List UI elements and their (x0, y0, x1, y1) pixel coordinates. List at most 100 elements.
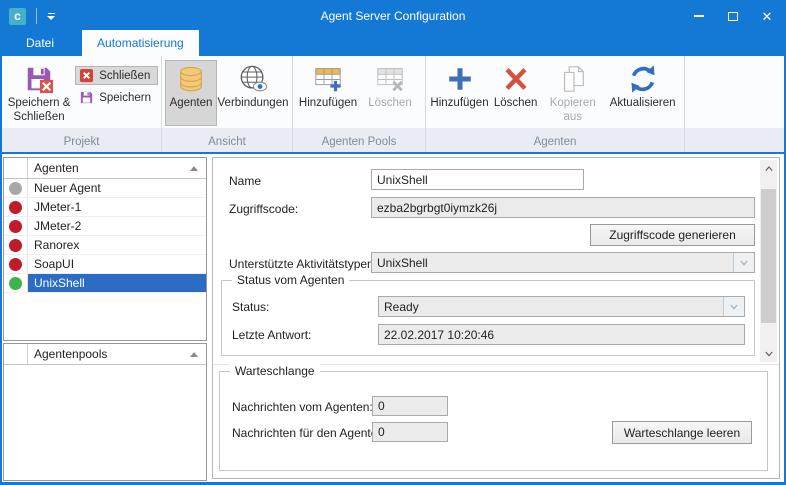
status-dot (9, 239, 22, 252)
save-and-close-label: Speichern & Schließen (6, 97, 72, 125)
messages-from-agent-field[interactable] (372, 396, 448, 416)
pool-add-label: Hinzufügen (299, 97, 357, 111)
scroll-up-button[interactable] (760, 160, 777, 177)
status-dropdown-button[interactable] (723, 297, 744, 316)
scrollbar-thumb[interactable] (761, 189, 776, 323)
scroll-down-button[interactable] (760, 345, 777, 362)
last-response-field[interactable] (378, 324, 745, 345)
pool-delete-label: Löschen (368, 97, 411, 111)
name-input[interactable] (371, 169, 584, 190)
agent-name: JMeter-1 (28, 198, 206, 216)
status-combobox[interactable]: Ready (378, 296, 745, 317)
agent-row[interactable]: Neuer Agent (4, 179, 206, 198)
status-groupbox-title: Status vom Agenten (232, 273, 349, 287)
view-agents-button[interactable]: Agenten (165, 60, 217, 126)
ribbon: Speichern & Schließen Schließen (2, 56, 784, 154)
pool-delete-button[interactable]: Löschen (360, 60, 420, 126)
chevron-up-icon (765, 165, 773, 173)
group-label-agenten: Agenten (426, 136, 684, 148)
agent-name: SoapUI (28, 255, 206, 273)
refresh-icon (628, 64, 658, 94)
pool-status-column-header[interactable] (4, 344, 28, 364)
copy-icon (558, 64, 588, 94)
status-column-header[interactable] (4, 158, 28, 178)
tab-datei[interactable]: Datei (11, 30, 69, 56)
vertical-scrollbar[interactable] (760, 160, 777, 362)
queue-groupbox-title: Warteschlange (230, 364, 320, 378)
pool-list-header[interactable]: Agentenpools (4, 344, 206, 365)
sort-ascending-icon (190, 352, 198, 357)
agent-delete-button[interactable]: Löschen (490, 60, 541, 126)
save-icon (79, 90, 94, 105)
ribbon-group-agenten: Hinzufügen Löschen Kopieren aus (426, 56, 685, 152)
status-groupbox: Status vom Agenten Status: Ready Letzte … (221, 280, 755, 356)
ribbon-tabstrip: Datei Automatisierung (2, 30, 784, 56)
close-project-label: Schließen (99, 70, 150, 82)
chevron-down-icon (740, 259, 748, 267)
activity-types-combobox[interactable]: UnixShell (371, 252, 755, 273)
activity-types-value: UnixShell (372, 256, 733, 270)
agent-add-button[interactable]: Hinzufügen (429, 60, 490, 126)
activity-types-dropdown-button[interactable] (733, 253, 754, 272)
status-dot (9, 201, 22, 214)
group-label-agenten-pools: Agenten Pools (293, 136, 425, 148)
view-connections-button[interactable]: Verbindungen (217, 60, 289, 126)
x-icon (501, 64, 531, 94)
agent-name: UnixShell (28, 274, 206, 292)
group-label-ansicht: Ansicht (162, 136, 292, 148)
ribbon-group-ansicht: Agenten Verbindungen Ansicht (162, 56, 293, 152)
activity-types-label: Unterstützte Aktivitätstypen: (229, 257, 377, 271)
status-label: Status: (232, 300, 269, 314)
save-close-icon (24, 64, 54, 94)
view-connections-label: Verbindungen (218, 97, 289, 111)
last-response-label: Letzte Antwort: (232, 328, 311, 342)
titlebar: c Agent Server Configuration ✕ (2, 2, 784, 30)
agent-row[interactable]: JMeter-1 (4, 198, 206, 217)
minimize-button[interactable] (682, 2, 716, 30)
maximize-button[interactable] (716, 2, 750, 30)
group-label-projekt: Projekt (2, 136, 161, 148)
access-code-field[interactable] (371, 197, 755, 218)
detail-scroll-region: Name Zugriffscode: Zugriffscode generier… (213, 158, 779, 365)
status-dot (9, 182, 22, 195)
agent-refresh-button[interactable]: Aktualisieren (604, 60, 681, 126)
agent-name: JMeter-2 (28, 217, 206, 235)
agent-row[interactable]: Ranorex (4, 236, 206, 255)
status-dot (9, 220, 22, 233)
close-icon: ✕ (762, 10, 773, 23)
agent-name: Ranorex (28, 236, 206, 254)
tab-automatisierung[interactable]: Automatisierung (82, 30, 199, 56)
agent-refresh-label: Aktualisieren (610, 97, 676, 111)
status-dot (9, 258, 22, 271)
close-red-icon (79, 68, 94, 83)
view-agents-label: Agenten (170, 97, 213, 111)
messages-for-agent-field[interactable] (372, 422, 448, 442)
database-icon (176, 64, 206, 94)
sort-ascending-icon (190, 166, 198, 171)
access-code-label: Zugriffscode: (229, 202, 298, 216)
save-project-button[interactable]: Speichern (75, 88, 158, 107)
agent-list-header[interactable]: Agenten (4, 158, 206, 179)
close-button[interactable]: ✕ (750, 2, 784, 30)
agent-delete-label: Löschen (494, 97, 537, 111)
close-project-button[interactable]: Schließen (75, 66, 158, 85)
pool-add-button[interactable]: Hinzufügen (296, 60, 360, 126)
agent-name: Neuer Agent (28, 179, 206, 197)
table-delete-icon (375, 64, 405, 94)
generate-access-code-button[interactable]: Zugriffscode generieren (590, 224, 755, 246)
app-window: c Agent Server Configuration ✕ Datei Aut… (0, 0, 786, 485)
ribbon-group-projekt: Speichern & Schließen Schließen (2, 56, 162, 152)
agent-row[interactable]: JMeter-2 (4, 217, 206, 236)
save-and-close-button[interactable]: Speichern & Schließen (5, 60, 73, 126)
clear-queue-button[interactable]: Warteschlange leeren (612, 421, 752, 444)
agent-copy-from-button[interactable]: Kopieren aus (541, 60, 604, 126)
maximize-icon (728, 12, 738, 21)
agent-list-header-label: Agenten (28, 158, 190, 178)
minimize-icon (694, 15, 704, 17)
pool-list: Agentenpools (3, 343, 207, 481)
agent-row[interactable]: SoapUI (4, 255, 206, 274)
name-label: Name (229, 174, 261, 188)
agent-row-selected[interactable]: UnixShell (4, 274, 206, 293)
table-add-icon (313, 64, 343, 94)
ribbon-group-agenten-pools: Hinzufügen Löschen Agenten Pools (293, 56, 426, 152)
